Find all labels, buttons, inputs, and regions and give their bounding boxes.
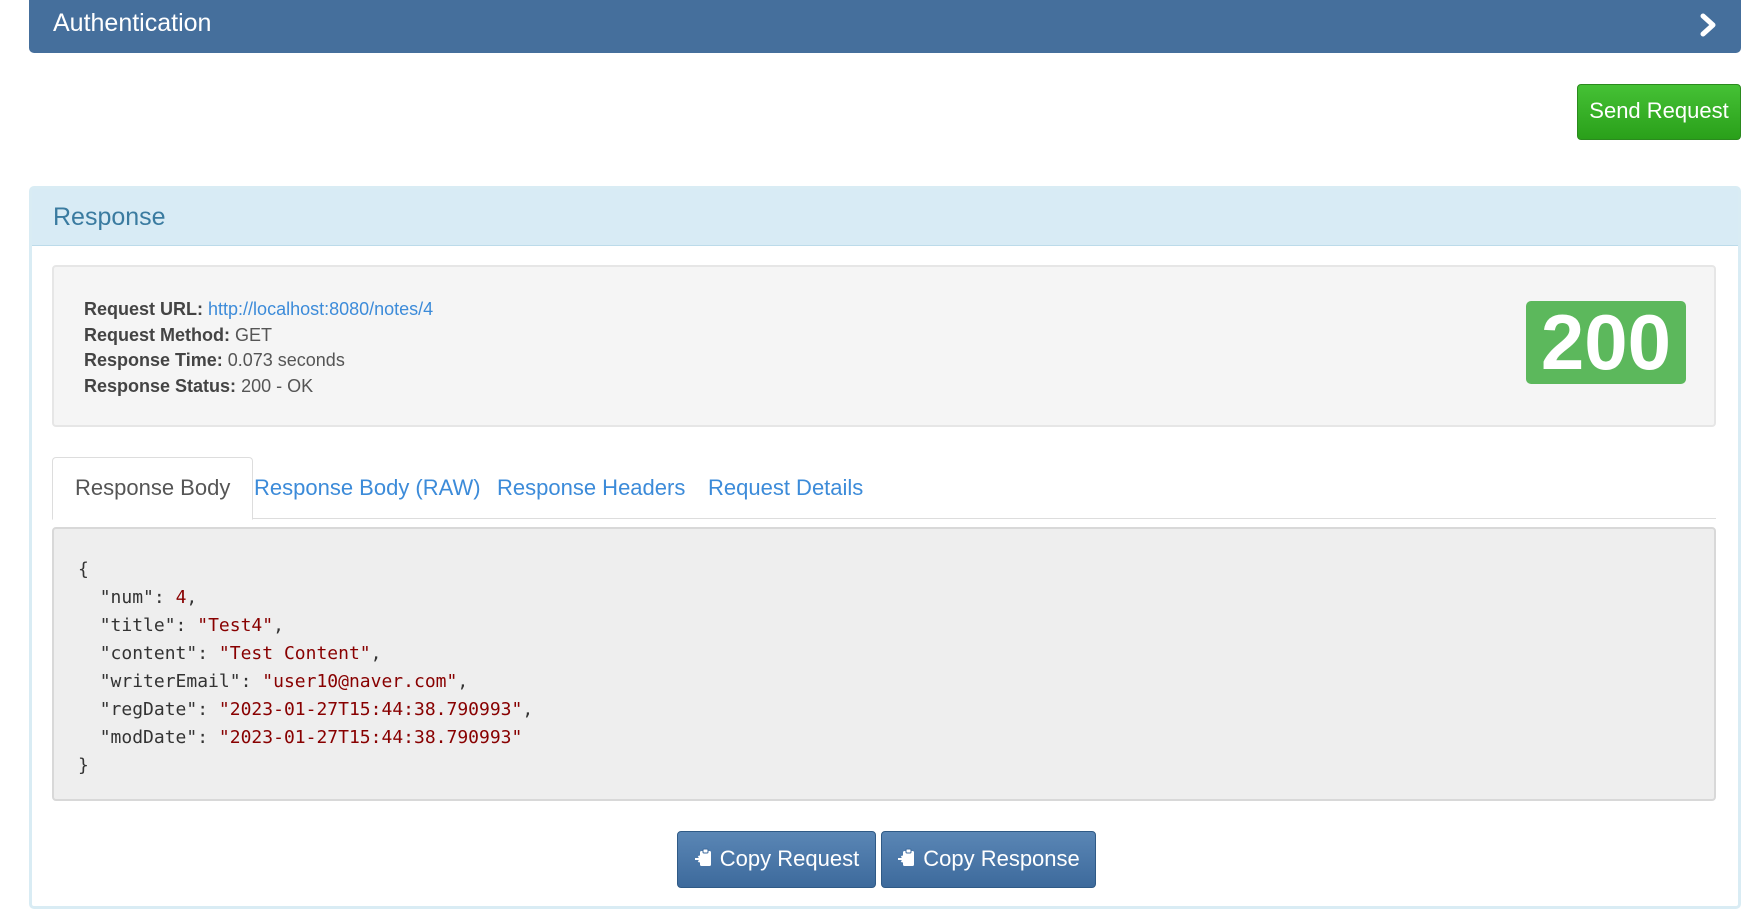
tab-request-details[interactable]: Request Details — [708, 457, 863, 519]
json-field-row: "writerEmail": "user10@naver.com", — [99, 671, 469, 692]
request-info-lines: Request URL: http://localhost:8080/notes… — [84, 297, 433, 399]
copy-response-label: Copy Response — [923, 846, 1080, 871]
response-panel-header: Response — [32, 189, 1738, 246]
json-field-row: "num": 4, — [99, 587, 198, 608]
request-url-row: Request URL: http://localhost:8080/notes… — [84, 297, 433, 323]
request-url-label: Request URL: — [84, 299, 204, 319]
tab-response-headers[interactable]: Response Headers — [497, 457, 685, 519]
json-separator: , — [457, 671, 469, 692]
response-title: Response — [53, 203, 166, 231]
request-method-row: Request Method: GET — [84, 323, 433, 349]
tab-response-body[interactable]: Response Body — [52, 457, 254, 520]
json-field-row: "regDate": "2023-01-27T15:44:38.790993", — [99, 699, 534, 720]
json-field-row: "modDate": "2023-01-27T15:44:38.790993" — [99, 727, 523, 748]
copy-request-button[interactable]: Copy Request — [677, 831, 876, 888]
json-value: 4 — [175, 587, 187, 608]
json-key: "modDate" — [99, 727, 198, 748]
json-value: "Test Content" — [218, 643, 371, 664]
copy-response-button[interactable]: Copy Response — [881, 831, 1096, 888]
authentication-panel-header[interactable]: Authentication — [29, 0, 1741, 53]
response-body-code: { "num": 4, "title": "Test4", "content":… — [52, 527, 1716, 801]
response-time-label: Response Time: — [84, 350, 223, 370]
response-time-row: Response Time: 0.073 seconds — [84, 348, 433, 374]
json-key: "content" — [99, 643, 198, 664]
json-value: "2023-01-27T15:44:38.790993" — [218, 699, 523, 720]
json-separator: , — [522, 699, 534, 720]
json-separator: , — [370, 643, 382, 664]
json-value: "Test4" — [197, 615, 274, 636]
response-status-label: Response Status: — [84, 375, 237, 396]
json-close-brace: } — [78, 755, 89, 776]
status-code-badge: 200 — [1526, 301, 1686, 384]
json-open-brace: { — [78, 559, 89, 580]
request-method-label: Request Method: — [84, 324, 230, 345]
request-url-link[interactable]: http://localhost:8080/notes/4 — [208, 299, 433, 319]
response-tabs: Response Body Response Body (RAW) Respon… — [52, 457, 1716, 520]
request-info-well: Request URL: http://localhost:8080/notes… — [52, 265, 1716, 427]
response-status-row: Response Status: 200 - OK — [84, 374, 433, 400]
clipboard-icon — [898, 848, 915, 866]
response-status-value: 200 - OK — [241, 375, 314, 396]
json-field-row: "content": "Test Content", — [99, 643, 382, 664]
json-separator: , — [186, 587, 198, 608]
json-key: "regDate" — [99, 699, 198, 720]
response-time-value: 0.073 seconds — [227, 350, 345, 370]
json-value: "user10@naver.com" — [262, 671, 458, 692]
json-separator: , — [273, 615, 284, 636]
request-method-value: GET — [235, 324, 273, 345]
clipboard-icon — [694, 848, 711, 866]
copy-request-label: Copy Request — [719, 846, 860, 871]
authentication-title: Authentication — [53, 9, 212, 37]
json-field-row: "title": "Test4", — [99, 615, 284, 636]
json-key: "writerEmail" — [99, 671, 241, 692]
json-value: "2023-01-27T15:44:38.790993" — [218, 727, 523, 748]
chevron-right-icon — [1700, 13, 1716, 37]
json-key: "num" — [99, 587, 154, 608]
send-request-button[interactable]: Send Request — [1577, 84, 1741, 140]
json-key: "title" — [99, 615, 176, 636]
tab-response-body-raw[interactable]: Response Body (RAW) — [254, 457, 481, 519]
